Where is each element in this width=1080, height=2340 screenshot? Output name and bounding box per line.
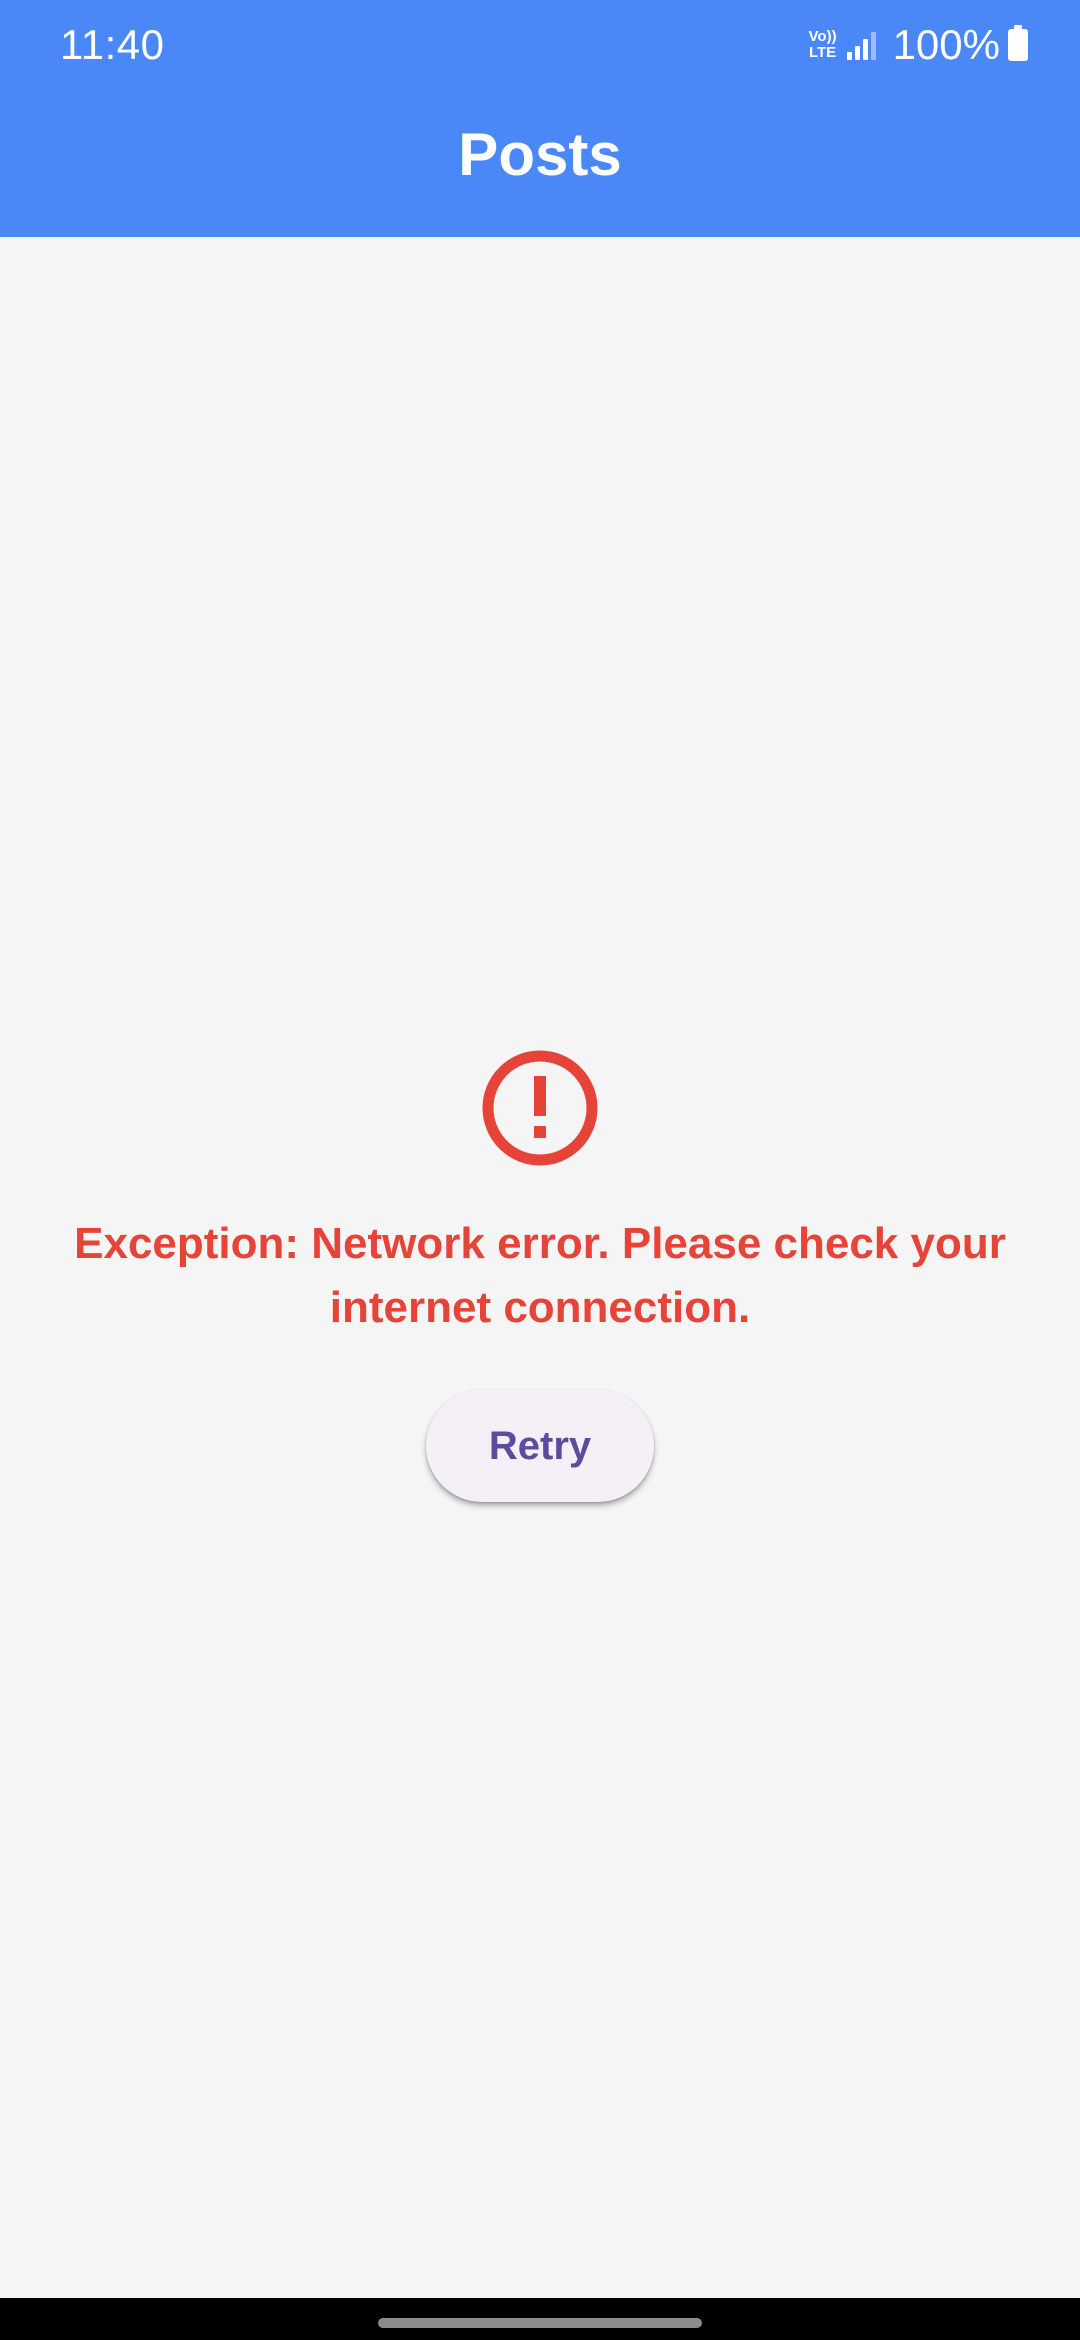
error-message: Exception: Network error. Please check y…: [74, 1219, 1006, 1332]
battery-percent: 100%: [892, 21, 1000, 68]
volte-bottom-text: LTE: [808, 44, 837, 61]
app-bar: Posts: [0, 90, 1080, 237]
top-bar: 11:40 Vo)) LTE 100% Posts: [0, 0, 1080, 237]
home-handle[interactable]: [378, 2318, 702, 2328]
signal-icon: [846, 30, 879, 60]
page-title: Posts: [458, 121, 622, 188]
error-icon: [482, 1050, 598, 1166]
status-icons: Vo)) LTE 100%: [809, 18, 1028, 72]
screen: 11:40 Vo)) LTE 100% Posts Exception: Net…: [0, 0, 1080, 2340]
retry-button[interactable]: Retry: [426, 1390, 654, 1502]
battery-icon: [1008, 25, 1028, 61]
error-state: Exception: Network error. Please check y…: [0, 1048, 1080, 1502]
volte-icon: Vo)) LTE: [809, 29, 837, 61]
volte-top-text: Vo)): [808, 28, 837, 45]
status-bar: 11:40 Vo)) LTE 100%: [0, 0, 1080, 90]
status-time: 11:40: [60, 21, 165, 68]
system-nav-bar: [0, 2298, 1080, 2340]
